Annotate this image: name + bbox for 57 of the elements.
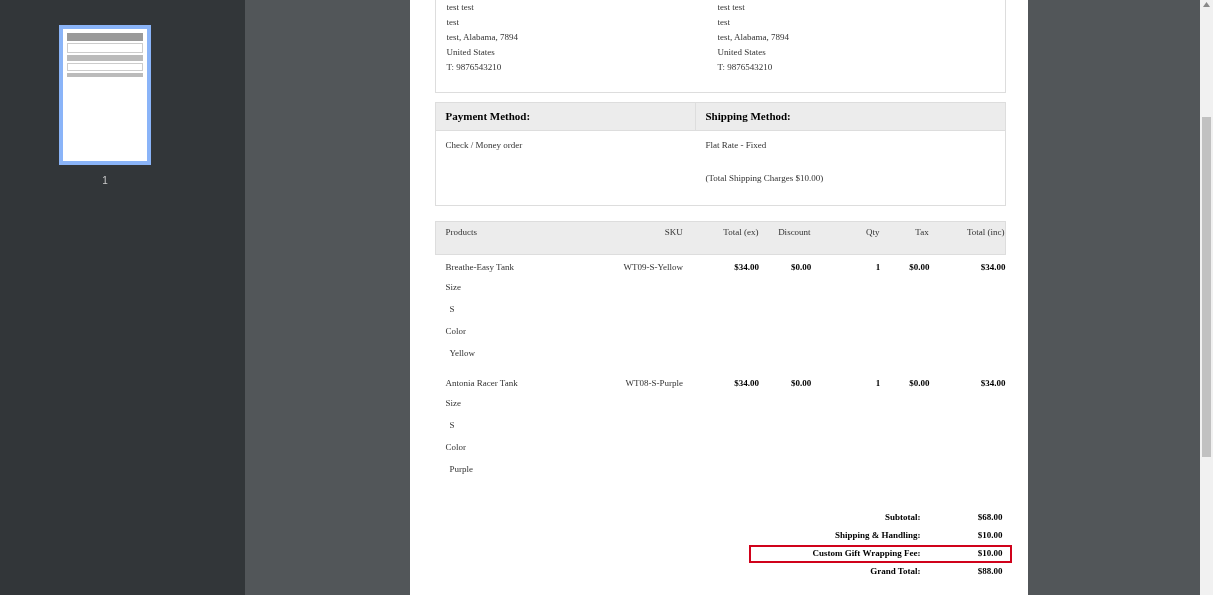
option-value: Yellow — [449, 348, 476, 358]
address-line: T: 9876543210 — [446, 61, 503, 74]
table-cell: Antonia Racer Tank — [445, 378, 518, 388]
address-line: test — [446, 16, 460, 29]
shipping-method-text: Flat Rate - Fixed — [705, 139, 768, 152]
column-header: Products — [445, 227, 477, 237]
table-cell: $0.00 — [909, 378, 930, 388]
total-label: Custom Gift Wrapping Fee: — [811, 547, 921, 561]
scrollbar-thumb[interactable] — [1202, 117, 1211, 457]
table-cell: WT09-S-Yellow — [623, 262, 684, 272]
option-label: Size — [445, 398, 461, 408]
option-label: Size — [445, 282, 461, 292]
column-header: Shipping Method: — [705, 109, 791, 125]
table-cell: $0.00 — [909, 262, 930, 272]
total-value: $68.00 — [976, 511, 1003, 525]
table-cell: $0.00 — [791, 262, 812, 272]
table-cell: 1 — [875, 262, 881, 272]
table-cell: $0.00 — [791, 378, 812, 388]
page-number: 1 — [102, 174, 108, 188]
option-value: S — [449, 304, 455, 314]
total-value: $88.00 — [976, 565, 1003, 579]
shipping-method-text: (Total Shipping Charges $10.00) — [705, 171, 825, 185]
address-line: test test — [717, 1, 746, 14]
column-header: Total (ex) — [723, 227, 759, 237]
scrollbar[interactable] — [1200, 0, 1213, 595]
total-value: $10.00 — [976, 547, 1003, 561]
page-thumbnail[interactable] — [59, 25, 151, 165]
address-line: test test — [446, 1, 475, 14]
column-header: Qty — [866, 227, 880, 237]
table-cell: $34.00 — [980, 378, 1006, 388]
option-value: S — [449, 420, 455, 430]
option-value: Purple — [449, 464, 473, 474]
column-header: Payment Method: — [445, 109, 531, 125]
address-line: test, Alabama, 7894 — [446, 31, 519, 44]
table-cell: 1 — [875, 378, 881, 388]
total-label: Grand Total: — [869, 565, 921, 579]
table-cell: $34.00 — [734, 262, 760, 272]
total-label: Shipping & Handling: — [833, 529, 921, 543]
address-line: T: 9876543210 — [717, 61, 774, 74]
address-line: United States — [446, 46, 496, 59]
column-header: Discount — [778, 227, 811, 237]
option-label: Color — [445, 442, 466, 452]
payment-method-text: Check / Money order — [445, 139, 524, 152]
table-cell: $34.00 — [734, 378, 760, 388]
address-line: test, Alabama, 7894 — [717, 31, 790, 44]
scroll-up-icon[interactable] — [1203, 2, 1210, 7]
table-cell: WT08-S-Purple — [625, 378, 684, 388]
column-header: SKU — [664, 227, 683, 237]
address-line: test — [717, 16, 731, 29]
total-value: $10.00 — [976, 529, 1003, 543]
column-header: Tax — [915, 227, 929, 237]
total-label: Subtotal: — [884, 511, 921, 525]
table-cell: $34.00 — [980, 262, 1006, 272]
option-label: Color — [445, 326, 466, 336]
column-header: Total (inc) — [966, 227, 1005, 237]
table-cell: Breathe-Easy Tank — [445, 262, 514, 272]
address-line: United States — [717, 46, 767, 59]
